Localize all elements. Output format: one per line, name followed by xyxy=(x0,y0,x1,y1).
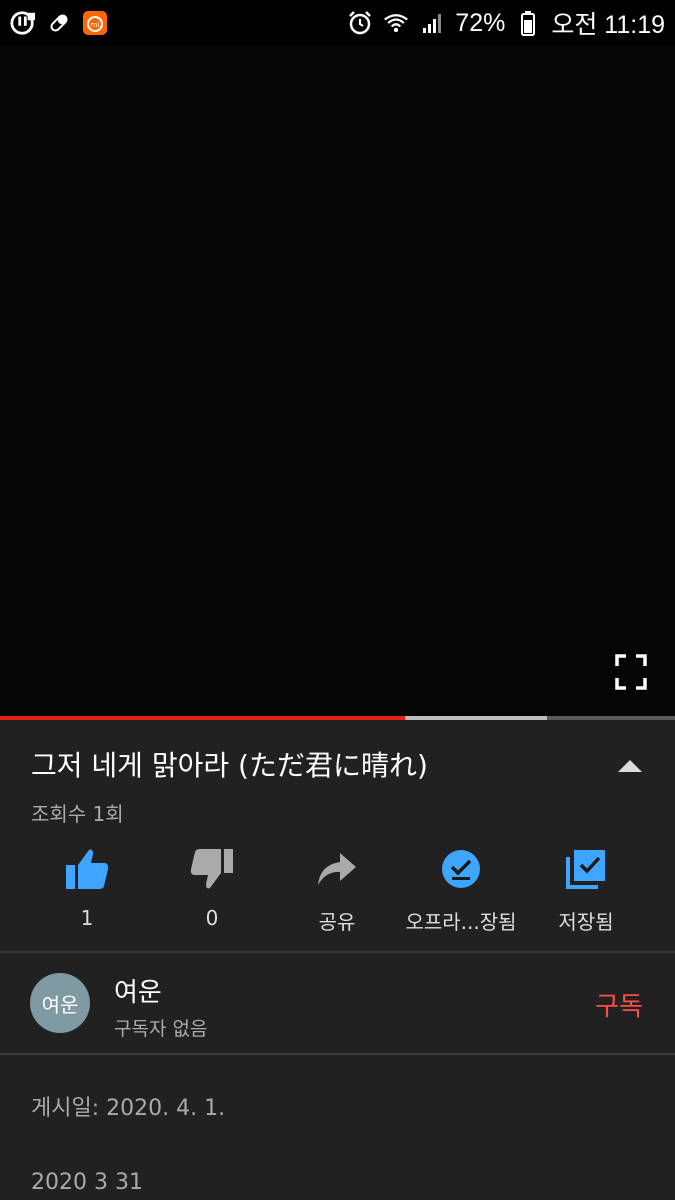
pill-icon xyxy=(46,10,72,36)
download-done-icon xyxy=(438,846,484,892)
battery-percent: 72% xyxy=(455,8,506,37)
divider xyxy=(0,951,675,953)
status-bar-right: 72% 오전 11:19 xyxy=(347,5,665,41)
share-label: 공유 xyxy=(318,910,356,934)
clock: 오전 11:19 xyxy=(551,11,665,39)
battery-icon xyxy=(515,10,541,36)
video-title: 그저 네게 맑아라 (ただ君に晴れ) xyxy=(31,749,428,782)
publish-date: 게시일: 2020. 4. 1. xyxy=(31,1096,226,1121)
fullscreen-icon[interactable] xyxy=(615,654,647,690)
chevron-up-icon[interactable] xyxy=(617,757,643,775)
share-icon xyxy=(314,846,360,892)
status-bar: mi 72% 오전 11:19 xyxy=(0,0,675,46)
video-player[interactable] xyxy=(0,46,675,716)
save-label: 저장됨 xyxy=(558,910,614,934)
save-button[interactable]: 저장됨 xyxy=(511,838,661,935)
view-count: 조회수 1회 xyxy=(31,802,124,826)
wifi-icon xyxy=(383,10,409,36)
offline-save-label: 오프라...장됨 xyxy=(405,910,517,934)
thumbs-down-icon xyxy=(189,846,235,892)
svg-text:mi: mi xyxy=(91,21,100,29)
subscribe-button[interactable]: 구독 xyxy=(595,986,643,1023)
subscriber-count: 구독자 없음 xyxy=(114,1018,208,1040)
channel-name[interactable]: 여운 xyxy=(114,972,162,1009)
thumbs-up-icon xyxy=(64,846,110,892)
progress-played xyxy=(0,716,405,720)
u-plus-icon xyxy=(10,10,36,36)
alarm-icon xyxy=(347,10,373,36)
signal-icon xyxy=(419,10,445,36)
action-bar: 1 0 공유 오프라...장됨 저장됨 xyxy=(0,838,675,948)
status-bar-left: mi xyxy=(10,10,108,36)
mi-app-icon: mi xyxy=(82,10,108,36)
like-count: 1 xyxy=(80,906,94,930)
divider xyxy=(0,1053,675,1055)
dislike-count: 0 xyxy=(205,906,219,930)
description-text: 2020 3 31 xyxy=(31,1170,143,1195)
playlist-saved-icon xyxy=(563,846,609,892)
avatar[interactable]: 여운 xyxy=(30,973,90,1033)
progress-bar[interactable] xyxy=(0,716,675,720)
